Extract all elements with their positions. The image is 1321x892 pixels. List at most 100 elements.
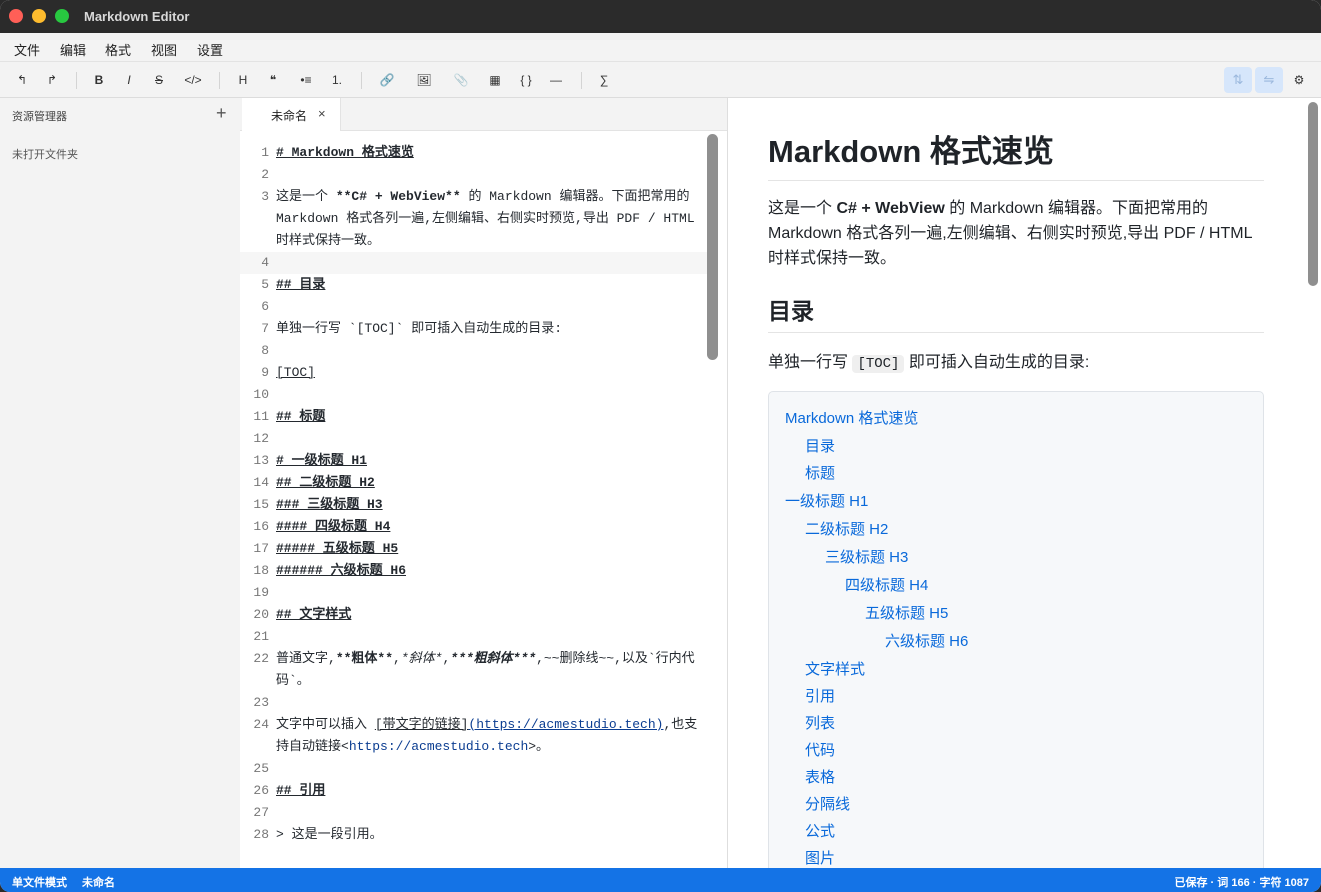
menu-file[interactable]: 文件 [14, 40, 40, 59]
line-number: 1 [261, 145, 269, 160]
sync-scroll-toggle[interactable]: ⇅ [1224, 67, 1252, 93]
toc-link[interactable]: 引用 [805, 685, 835, 706]
editor-line[interactable]: 19 [240, 582, 710, 604]
italic-icon[interactable]: I [121, 71, 137, 89]
status-bar: 单文件模式 未命名 已保存 · 词 166 · 字符 1087 [0, 868, 1321, 892]
toc-link[interactable]: 一级标题 H1 [785, 490, 868, 511]
image-icon[interactable]: 🖼 [414, 71, 434, 89]
editor-scrollbar[interactable] [707, 134, 718, 360]
link-icon[interactable]: 🔗 [377, 71, 397, 89]
line-content [276, 384, 710, 406]
add-icon[interactable]: + [216, 103, 227, 124]
editor-line[interactable]: 9 [TOC] [240, 362, 710, 384]
editor-line[interactable]: 13 # 一级标题 H1 [240, 450, 710, 472]
editor-line[interactable]: 12 [240, 428, 710, 450]
editor-line[interactable]: 27 [240, 802, 710, 824]
window-title: Markdown Editor [84, 9, 190, 24]
preview-heading-1: Markdown 格式速览 [768, 132, 1264, 181]
quote-icon[interactable]: ❝ [265, 71, 281, 89]
attachment-icon[interactable]: 📎 [451, 71, 471, 89]
toc-link[interactable]: 公式 [805, 820, 835, 841]
editor-line[interactable]: 14 ## 二级标题 H2 [240, 472, 710, 494]
preview-scrollbar[interactable] [1308, 102, 1318, 286]
toc-link[interactable]: 目录 [805, 435, 835, 456]
close-window-button[interactable] [9, 9, 23, 23]
editor-line[interactable]: 7 单独一行写 `[TOC]` 即可插入自动生成的目录: [240, 318, 710, 340]
editor-line[interactable]: 16 #### 四级标题 H4 [240, 516, 710, 538]
line-content: 这是一个 **C# + WebView** 的 Markdown 编辑器。下面把… [276, 186, 710, 252]
line-content: ###### 六级标题 H6 [276, 560, 710, 582]
minimize-window-button[interactable] [32, 9, 46, 23]
tab-untitled[interactable]: 未命名 × [242, 98, 341, 131]
numbered-list-icon[interactable]: 1. [328, 71, 346, 89]
maximize-window-button[interactable] [55, 9, 69, 23]
editor-line[interactable]: 11 ## 标题 [240, 406, 710, 428]
toc-link[interactable]: 五级标题 H5 [865, 602, 948, 623]
toc-link[interactable]: 四级标题 H4 [845, 574, 928, 595]
toc-link[interactable]: 列表 [805, 712, 835, 733]
toc-link[interactable]: 文字样式 [805, 658, 865, 679]
editor-line[interactable]: 5 ## 目录 [240, 274, 710, 296]
toolbar-divider [361, 72, 362, 89]
editor-line[interactable]: 18 ###### 六级标题 H6 [240, 560, 710, 582]
toc-link[interactable]: 表格 [805, 766, 835, 787]
line-content: # 一级标题 H1 [276, 450, 710, 472]
editor-line[interactable]: 15 ### 三级标题 H3 [240, 494, 710, 516]
toc-link[interactable]: 二级标题 H2 [805, 518, 888, 539]
redo-icon[interactable]: ↱ [44, 71, 60, 89]
line-number: 25 [253, 761, 269, 776]
toc-link[interactable]: 标题 [805, 462, 835, 483]
toc-link[interactable]: 三级标题 H3 [825, 546, 908, 567]
table-icon[interactable]: ▦ [485, 71, 505, 89]
menu-format[interactable]: 格式 [105, 40, 131, 59]
line-text-fragment: **C# + WebView** [335, 189, 461, 204]
line-text-fragment: ##### 五级标题 H5 [276, 541, 399, 556]
editor-line[interactable]: 3 这是一个 **C# + WebView** 的 Markdown 编辑器。下面… [240, 186, 710, 252]
line-text-fragment: 这是一个 [276, 189, 336, 204]
editor-line[interactable]: 25 [240, 758, 710, 780]
editor-line[interactable]: 6 [240, 296, 710, 318]
toc-link[interactable]: Markdown 格式速览 [785, 407, 918, 428]
toc-link[interactable]: 代码 [805, 739, 835, 760]
line-content: 普通文字,**粗体**,*斜体*,***粗斜体***,~~删除线~~,以及`行内… [276, 648, 710, 692]
editor-line[interactable]: 8 [240, 340, 710, 362]
editor-line[interactable]: 21 [240, 626, 710, 648]
editor-line[interactable]: 2 [240, 164, 710, 186]
editor-line[interactable]: 24 文字中可以插入 [带文字的链接](https://acmestudio.te… [240, 714, 710, 758]
editor-line[interactable]: 26 ## 引用 [240, 780, 710, 802]
line-content [276, 626, 710, 648]
line-number: 17 [253, 541, 269, 556]
editor-line[interactable]: 10 [240, 384, 710, 406]
toc-link[interactable]: 六级标题 H6 [885, 630, 968, 651]
undo-icon[interactable]: ↰ [14, 71, 30, 89]
editor-line[interactable]: 23 [240, 692, 710, 714]
toc-link[interactable]: 分隔线 [805, 793, 850, 814]
editor-line[interactable]: 4 [240, 252, 710, 274]
horizontal-rule-icon[interactable]: — [547, 71, 565, 89]
line-number: 28 [253, 827, 269, 842]
line-content: # Markdown 格式速览 [276, 142, 710, 164]
inline-code-icon[interactable]: </> [181, 71, 205, 89]
editor-line[interactable]: 22 普通文字,**粗体**,*斜体*,***粗斜体***,~~删除线~~,以及`… [240, 648, 710, 692]
line-number: 4 [261, 255, 269, 270]
strikethrough-icon[interactable]: S [151, 71, 167, 89]
swap-panes-toggle[interactable]: ⇋ [1255, 67, 1283, 93]
editor-line[interactable]: 1 # Markdown 格式速览 [240, 142, 710, 164]
code-block-icon[interactable]: { } [514, 71, 538, 89]
app-window: Markdown Editor 文件 编辑 格式 视图 设置 ↰ ↱ B I S… [0, 0, 1321, 892]
toc-link[interactable]: 图片 [805, 847, 835, 868]
menu-settings[interactable]: 设置 [197, 40, 223, 59]
menu-view[interactable]: 视图 [151, 40, 177, 59]
editor-line[interactable]: 20 ## 文字样式 [240, 604, 710, 626]
bold-icon[interactable]: B [91, 71, 107, 89]
close-tab-icon[interactable]: × [318, 106, 326, 121]
bullet-list-icon[interactable]: •≡ [296, 71, 316, 89]
preview-paragraph: 这是一个 C# + WebView 的 Markdown 编辑器。下面把常用的 … [768, 196, 1258, 271]
math-icon[interactable]: ∑ [596, 71, 612, 89]
editor-line[interactable]: 28 > 这是一段引用。 [240, 824, 710, 846]
editor-line[interactable]: 17 ##### 五级标题 H5 [240, 538, 710, 560]
code-editor[interactable]: 1 # Markdown 格式速览 2 3 这是一个 **C# + WebView** … [240, 142, 710, 868]
menu-edit[interactable]: 编辑 [60, 40, 86, 59]
settings-icon[interactable]: ⚙ [1291, 71, 1307, 89]
heading-icon[interactable]: H [235, 71, 251, 89]
